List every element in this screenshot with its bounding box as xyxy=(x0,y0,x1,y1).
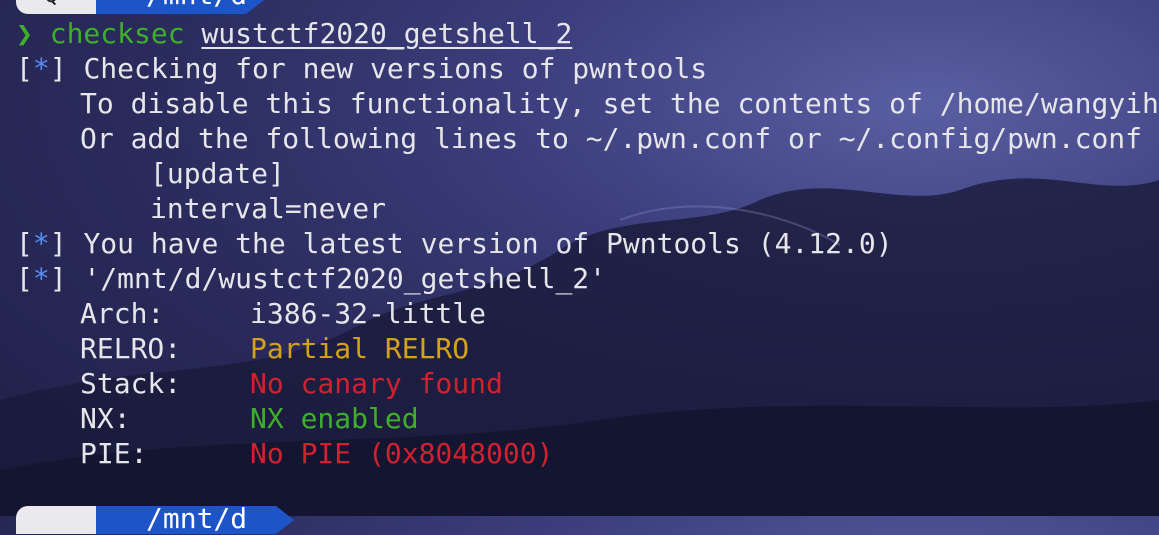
command-argument: wustctf2020_getshell_2 xyxy=(201,17,573,50)
checksec-key: PIE: xyxy=(80,437,148,470)
prompt-symbol: ❯ xyxy=(16,17,33,50)
checksec-key: Stack: xyxy=(80,367,182,400)
checksec-value: No PIE (0x8048000) xyxy=(250,437,554,470)
output-line-7: [*] '/mnt/d/wustctf2020_getshell_2' xyxy=(16,262,607,295)
checksec-value: NX enabled xyxy=(250,402,419,435)
output-text: '/mnt/d/wustctf2020_getshell_2' xyxy=(83,262,607,295)
prompt-path-segment: ✎ /mnt/d xyxy=(96,0,247,14)
info-tag: * xyxy=(32,227,50,260)
info-tag: * xyxy=(32,52,50,85)
terminal-window[interactable]: Q ✎ /mnt/d ❯ checksec wustctf2020_getshe… xyxy=(0,0,1159,535)
prompt-arrow-icon xyxy=(246,0,264,14)
checksec-row: PIE: No PIE (0x8048000) xyxy=(80,436,553,471)
checksec-row: Stack: No canary found xyxy=(80,366,503,401)
checksec-row: RELRO: Partial RELRO xyxy=(80,331,469,366)
checksec-key: NX: xyxy=(80,402,131,435)
output-line-1: [*] Checking for new versions of pwntool… xyxy=(16,52,708,85)
checksec-value: Partial RELRO xyxy=(250,332,470,365)
prompt-path-segment: /mnt/d xyxy=(96,502,276,535)
search-icon: Q xyxy=(44,0,58,8)
prompt-os-segment: Q xyxy=(16,0,96,14)
checksec-key: RELRO: xyxy=(80,332,182,365)
prompt-arrow-icon xyxy=(276,506,294,534)
checksec-value: i386-32-little xyxy=(250,297,487,330)
output-line-5: interval=never xyxy=(150,192,387,225)
output-line-6: [*] You have the latest version of Pwnto… xyxy=(16,227,893,260)
output-text: Checking for new versions of pwntools xyxy=(83,52,708,85)
command-line: ❯ checksec wustctf2020_getshell_2 xyxy=(16,16,572,51)
output-line-2: To disable this functionality, set the c… xyxy=(80,87,1159,120)
prompt-path: /mnt/d xyxy=(146,0,247,11)
checksec-row: Arch: i386-32-little xyxy=(80,296,486,331)
checksec-key: Arch: xyxy=(80,297,165,330)
output-line-3: Or add the following lines to ~/.pwn.con… xyxy=(80,122,1143,155)
command-name: checksec xyxy=(49,17,185,50)
checksec-row: NX: NX enabled xyxy=(80,401,419,436)
prompt-path: /mnt/d xyxy=(146,502,248,535)
output-line-4: [update] xyxy=(150,157,285,190)
folder-edit-icon: ✎ xyxy=(114,0,127,5)
checksec-value: No canary found xyxy=(250,367,503,400)
info-tag: * xyxy=(32,262,50,295)
prompt-os-segment xyxy=(16,506,96,534)
output-text: You have the latest version of Pwntools … xyxy=(83,227,893,260)
